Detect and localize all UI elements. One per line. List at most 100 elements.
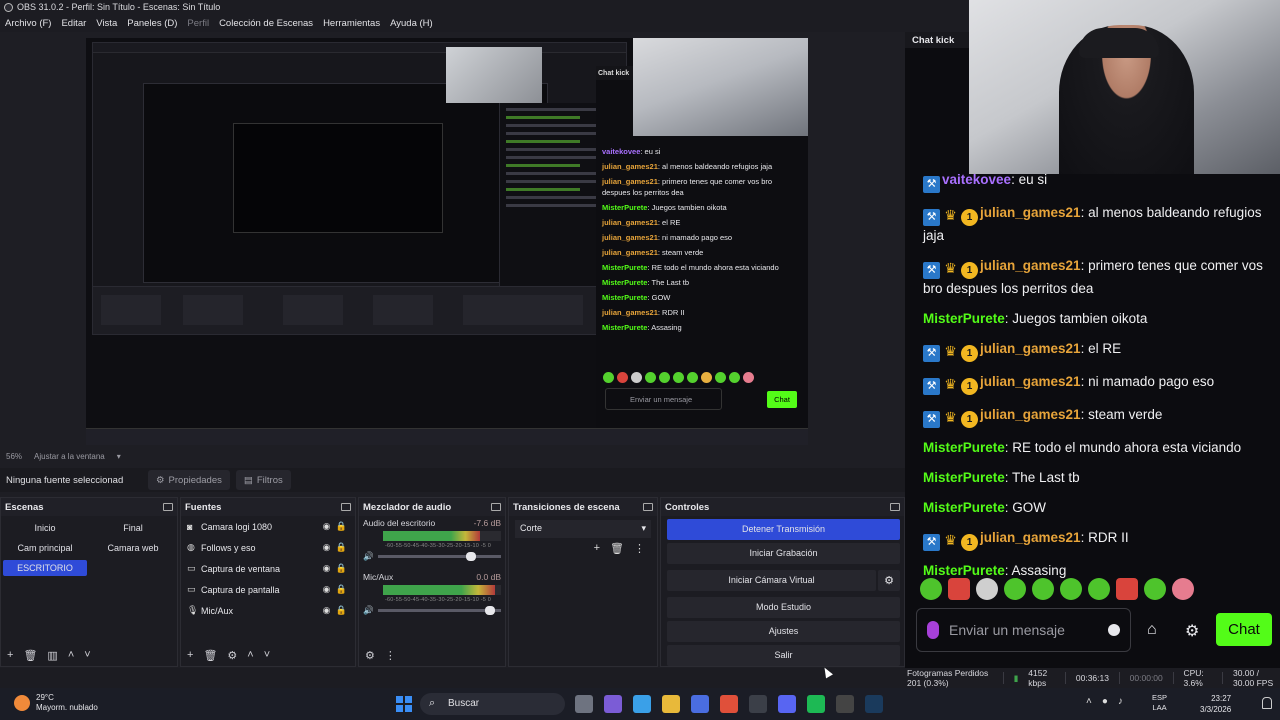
emoji-icon[interactable]	[1108, 624, 1120, 636]
chat-username[interactable]: julian_games21	[980, 205, 1081, 220]
emote-icon[interactable]	[1088, 578, 1110, 600]
notification-icon[interactable]	[1262, 697, 1272, 709]
teams-icon[interactable]	[604, 695, 622, 713]
obs-icon[interactable]	[836, 695, 854, 713]
trash-icon[interactable]: 🗑	[203, 649, 217, 662]
transition-select[interactable]: Corte ▾	[515, 520, 651, 538]
chat-username[interactable]: MisterPurete	[923, 470, 1005, 485]
eye-icon[interactable]: ◉	[319, 521, 334, 532]
tray-app-icon[interactable]: ●	[1102, 696, 1108, 707]
windows-start-icon[interactable]	[396, 696, 412, 712]
preview-area[interactable]: Chat kick vaitekovee: eu si julian_games2…	[0, 32, 905, 450]
lock-icon[interactable]: 🔒	[334, 605, 349, 616]
emote-icon[interactable]	[920, 578, 942, 600]
store-icon[interactable]	[691, 695, 709, 713]
file-explorer-icon[interactable]	[662, 695, 680, 713]
task-view-icon[interactable]	[575, 695, 593, 713]
undock-icon[interactable]	[890, 503, 900, 511]
spotify-icon[interactable]	[807, 695, 825, 713]
app-icon[interactable]	[749, 695, 767, 713]
chat-username[interactable]: MisterPurete	[923, 563, 1005, 578]
add-icon[interactable]: +	[594, 542, 600, 555]
chat-username[interactable]: julian_games21	[980, 407, 1081, 422]
chat-username[interactable]: MisterPurete	[923, 311, 1005, 326]
emote-icon[interactable]	[976, 578, 998, 600]
scene-camara-web[interactable]: Camara web	[91, 540, 175, 556]
arrow-down-icon[interactable]: ˅	[264, 649, 270, 661]
volume-slider[interactable]	[377, 606, 501, 615]
discord-icon[interactable]	[778, 695, 796, 713]
emote-icon[interactable]	[1004, 578, 1026, 600]
settings-button[interactable]: Ajustes	[667, 621, 900, 642]
menu-editar[interactable]: Editar	[56, 18, 91, 29]
eye-icon[interactable]: ◉	[319, 542, 334, 553]
chat-username[interactable]: julian_games21	[980, 374, 1081, 389]
undock-icon[interactable]	[163, 503, 173, 511]
source-item[interactable]: ◙ Camara logi 1080 ◉ 🔒	[181, 516, 355, 537]
chat-username[interactable]: julian_games21	[980, 258, 1081, 273]
add-icon[interactable]: +	[7, 649, 13, 661]
studio-mode-button[interactable]: Modo Estudio	[667, 597, 900, 618]
menu-vista[interactable]: Vista	[91, 18, 122, 29]
microphone-icon[interactable]	[927, 621, 939, 639]
scene-canvas[interactable]: Chat kick vaitekovee: eu si julian_games2…	[86, 38, 808, 445]
chat-username[interactable]: MisterPurete	[923, 500, 1005, 515]
source-item[interactable]: ◍ Follows y eso ◉ 🔒	[181, 537, 355, 558]
source-item[interactable]: ▭ Captura de ventana ◉ 🔒	[181, 558, 355, 579]
menu-ayuda[interactable]: Ayuda (H)	[385, 18, 438, 29]
filter-icon[interactable]: ▥	[47, 649, 57, 662]
language-indicator[interactable]: ESP LAA	[1152, 693, 1167, 713]
gear-icon[interactable]: ⚙	[227, 649, 237, 662]
scene-inicio[interactable]: Inicio	[3, 520, 87, 536]
eye-icon[interactable]: ◉	[319, 584, 334, 595]
start-recording-button[interactable]: Iniciar Grabación	[667, 543, 900, 564]
scene-final[interactable]: Final	[91, 520, 175, 536]
steam-icon[interactable]	[865, 695, 883, 713]
undock-icon[interactable]	[341, 503, 351, 511]
start-virtual-cam-button[interactable]: Iniciar Cámara Virtual	[667, 570, 876, 591]
mic-tray-icon[interactable]: ♪	[1118, 696, 1123, 707]
eye-icon[interactable]: ◉	[319, 563, 334, 574]
scene-escritorio[interactable]: ESCRITORIO	[3, 560, 87, 576]
properties-button[interactable]: ⚙ Propiedades	[148, 470, 230, 490]
lock-icon[interactable]: 🔒	[334, 521, 349, 532]
emote-icon[interactable]	[1144, 578, 1166, 600]
exit-button[interactable]: Salir	[667, 645, 900, 666]
lock-icon[interactable]: 🔒	[334, 584, 349, 595]
menu-herramientas[interactable]: Herramientas	[318, 18, 385, 29]
arrow-up-icon[interactable]: ˄	[68, 649, 74, 661]
lock-icon[interactable]: 🔒	[334, 563, 349, 574]
clock[interactable]: 23:27 3/3/2026	[1200, 693, 1231, 715]
more-icon[interactable]: ⋮	[385, 649, 396, 662]
fit-to-window[interactable]: Ajustar a la ventana	[34, 452, 105, 461]
eye-icon[interactable]: ◉	[319, 605, 334, 616]
filters-button[interactable]: ▤ Filtros	[235, 470, 291, 490]
menu-archivo[interactable]: Archivo (F)	[0, 18, 56, 29]
trash-icon[interactable]: 🗑	[610, 542, 624, 555]
stop-stream-button[interactable]: Detener Transmisión	[667, 519, 900, 540]
emote-icon[interactable]	[1172, 578, 1194, 600]
chevron-up-icon[interactable]: ˄	[1086, 696, 1092, 707]
lock-icon[interactable]: 🔒	[334, 542, 349, 553]
undock-icon[interactable]	[491, 503, 501, 511]
emote-icon[interactable]	[948, 578, 970, 600]
menu-coleccion[interactable]: Colección de Escenas	[214, 18, 318, 29]
volume-knob[interactable]	[466, 552, 477, 561]
chat-username[interactable]: julian_games21	[980, 341, 1081, 356]
add-icon[interactable]: +	[187, 649, 193, 661]
menu-paneles[interactable]: Paneles (D)	[122, 18, 182, 29]
trash-icon[interactable]: 🗑	[23, 649, 37, 662]
volume-knob[interactable]	[484, 606, 495, 615]
source-item[interactable]: 🎙 Mic/Aux ◉ 🔒	[181, 600, 355, 621]
scene-cam-principal[interactable]: Cam principal	[3, 540, 87, 556]
chat-username[interactable]: vaitekovee	[942, 172, 1011, 187]
emote-icon[interactable]	[1116, 578, 1138, 600]
arrow-down-icon[interactable]: ˅	[84, 649, 90, 661]
gear-icon[interactable]: ⚙	[878, 570, 900, 591]
undock-icon[interactable]	[643, 503, 653, 511]
gift-icon[interactable]: ⌂	[1147, 621, 1157, 639]
chat-username[interactable]: MisterPurete	[923, 440, 1005, 455]
gear-icon[interactable]: ⚙	[1185, 621, 1199, 641]
advanced-audio-icon[interactable]: ⚙	[365, 649, 375, 662]
chrome-icon[interactable]	[720, 695, 738, 713]
